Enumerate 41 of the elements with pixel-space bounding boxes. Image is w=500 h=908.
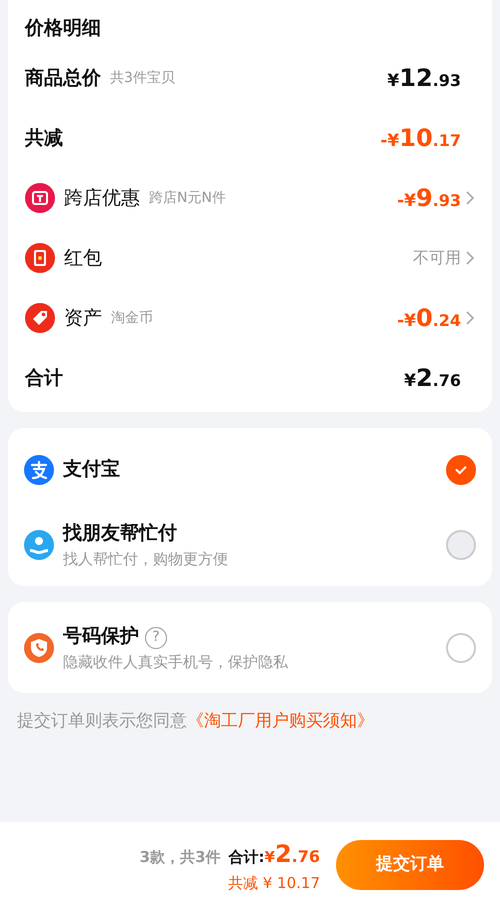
status-text: 不可用 xyxy=(413,247,461,269)
row-label: 商品总价 xyxy=(25,66,101,91)
option-label: 号码保护 xyxy=(63,625,139,647)
alipay-icon xyxy=(24,454,54,484)
chevron-icon[interactable] xyxy=(465,250,475,266)
total-amount: ¥2.76 xyxy=(264,838,320,870)
help-icon[interactable]: ? xyxy=(145,626,167,649)
row-note: 淘金币 xyxy=(111,308,153,328)
chevron-icon[interactable] xyxy=(465,190,475,206)
section-title: 价格明细 xyxy=(24,16,102,41)
payment-label: 找朋友帮忙付 xyxy=(63,521,178,546)
tag-icon xyxy=(25,303,55,333)
row-label: 资产 xyxy=(64,306,102,331)
price-amount: ¥12.93 xyxy=(387,63,461,94)
option-description: 隐藏收件人真实手机号，保护隐私 xyxy=(63,652,288,672)
payment-label: 支付宝 xyxy=(63,457,120,482)
row-label: 共减 xyxy=(25,126,63,151)
price-amount: ¥2.76 xyxy=(404,363,461,394)
radio-button[interactable] xyxy=(446,454,476,484)
agreement-link[interactable]: 《淘工厂用户购买须知》 xyxy=(187,711,374,731)
cross-store-icon xyxy=(25,183,55,213)
row-label: 红包 xyxy=(64,246,102,271)
price-amount: -¥0.24 xyxy=(397,303,461,334)
row-note: 跨店N元N件 xyxy=(149,188,226,208)
submit-order-button[interactable]: 提交订单 xyxy=(336,840,484,890)
radio-button[interactable] xyxy=(446,632,476,662)
phone-shield-icon xyxy=(24,632,54,662)
total-label: 合计: xyxy=(228,846,265,868)
chevron-icon[interactable] xyxy=(465,310,475,326)
payment-description: 找人帮忙付，购物更方便 xyxy=(63,548,228,570)
row-label: 跨店优惠 xyxy=(64,186,140,211)
row-note: 共3件宝贝 xyxy=(110,68,175,88)
agreement-text: 提交订单则表示您同意《淘工厂用户购买须知》 xyxy=(16,710,375,733)
item-count: 3款，共3件 xyxy=(140,846,221,868)
price-amount: -¥10.17 xyxy=(380,123,461,154)
price-amount: -¥9.93 xyxy=(397,183,461,214)
envelope-icon xyxy=(25,243,55,273)
discount-total: 共减 ¥ 10.17 xyxy=(226,872,320,894)
helping-hand-icon xyxy=(24,530,54,560)
radio-button[interactable] xyxy=(446,530,476,560)
row-label: 合计 xyxy=(25,366,63,391)
